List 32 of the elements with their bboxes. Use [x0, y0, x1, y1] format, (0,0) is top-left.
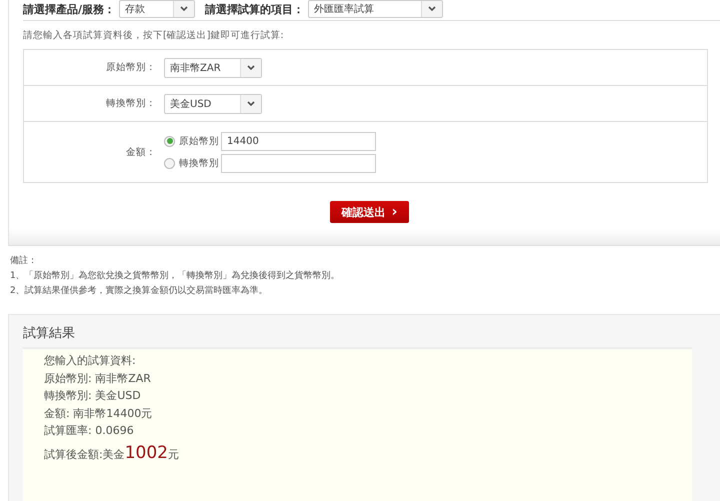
- caret-icon: [180, 6, 188, 12]
- notes-title: 備註：: [10, 254, 38, 268]
- result-line: 試算匯率: 0.0696: [44, 423, 135, 439]
- caret-icon: [247, 64, 255, 70]
- instruction-text: 請您輸入各項試算資料後，按下[確認送出]鍵即可進行試算:: [22, 29, 285, 43]
- caret-icon: [247, 100, 255, 106]
- total-label: 試算後金額:美金: [44, 448, 125, 460]
- radio-label: 轉換幣別: [179, 156, 220, 170]
- filter-label: 請選擇試算的項目：: [205, 2, 304, 16]
- total-unit: 元: [168, 448, 179, 460]
- radio-label: 原始幣別: [179, 134, 220, 148]
- field-label: 轉換幣別：: [105, 97, 157, 110]
- caret-icon: [428, 6, 436, 12]
- result-line: 金額: 南非幣14400元: [44, 406, 154, 422]
- result-line: 您輸入的試算資料:: [44, 353, 137, 369]
- filter-label: 請選擇產品/服務：: [23, 2, 116, 16]
- result-line: 原始幣別: 南非幣ZAR: [44, 370, 152, 386]
- field-label: 金額：: [125, 146, 157, 158]
- dropdown[interactable]: 存款: [119, 0, 196, 18]
- amount-input[interactable]: 14400: [221, 132, 376, 150]
- result-line: 轉換幣別: 美金USD: [44, 388, 142, 404]
- submit-button[interactable]: 確認送出 ›: [330, 201, 409, 223]
- note-text: 1、「原始幣別」為您欲兌換之貨幣幣別，「轉換幣別」為兌換後得到之貨幣幣別。: [10, 270, 341, 283]
- dropdown[interactable]: 外匯匯率試算: [308, 0, 444, 18]
- note-text: 2、試算結果僅供參考，實際之換算金額仍以交易當時匯率為準。: [10, 284, 269, 298]
- amount-input[interactable]: [221, 154, 376, 172]
- field-label: 原始幣別：: [105, 61, 157, 74]
- total-amount: 1002: [124, 442, 168, 462]
- radio-button[interactable]: [164, 136, 175, 146]
- dropdown[interactable]: 美金USD: [164, 94, 262, 114]
- dropdown[interactable]: 南非幣ZAR: [164, 58, 262, 78]
- radio-button[interactable]: [164, 158, 175, 168]
